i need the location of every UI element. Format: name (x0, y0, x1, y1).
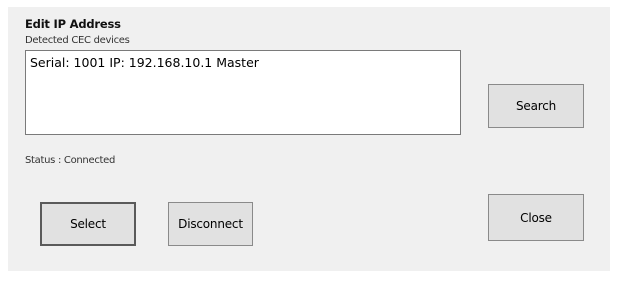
edit-ip-dialog: Edit IP Address Detected CEC devices Ser… (8, 7, 610, 271)
disconnect-button[interactable]: Disconnect (168, 202, 253, 246)
devices-label: Detected CEC devices (25, 35, 130, 46)
detected-devices-list[interactable]: Serial: 1001 IP: 192.168.10.1 Master (25, 50, 461, 135)
search-button[interactable]: Search (488, 84, 584, 128)
select-button[interactable]: Select (40, 202, 136, 246)
status-text: Status : Connected (25, 155, 116, 166)
close-button[interactable]: Close (488, 194, 584, 241)
list-item[interactable]: Serial: 1001 IP: 192.168.10.1 Master (30, 55, 456, 70)
dialog-title: Edit IP Address (25, 17, 121, 31)
